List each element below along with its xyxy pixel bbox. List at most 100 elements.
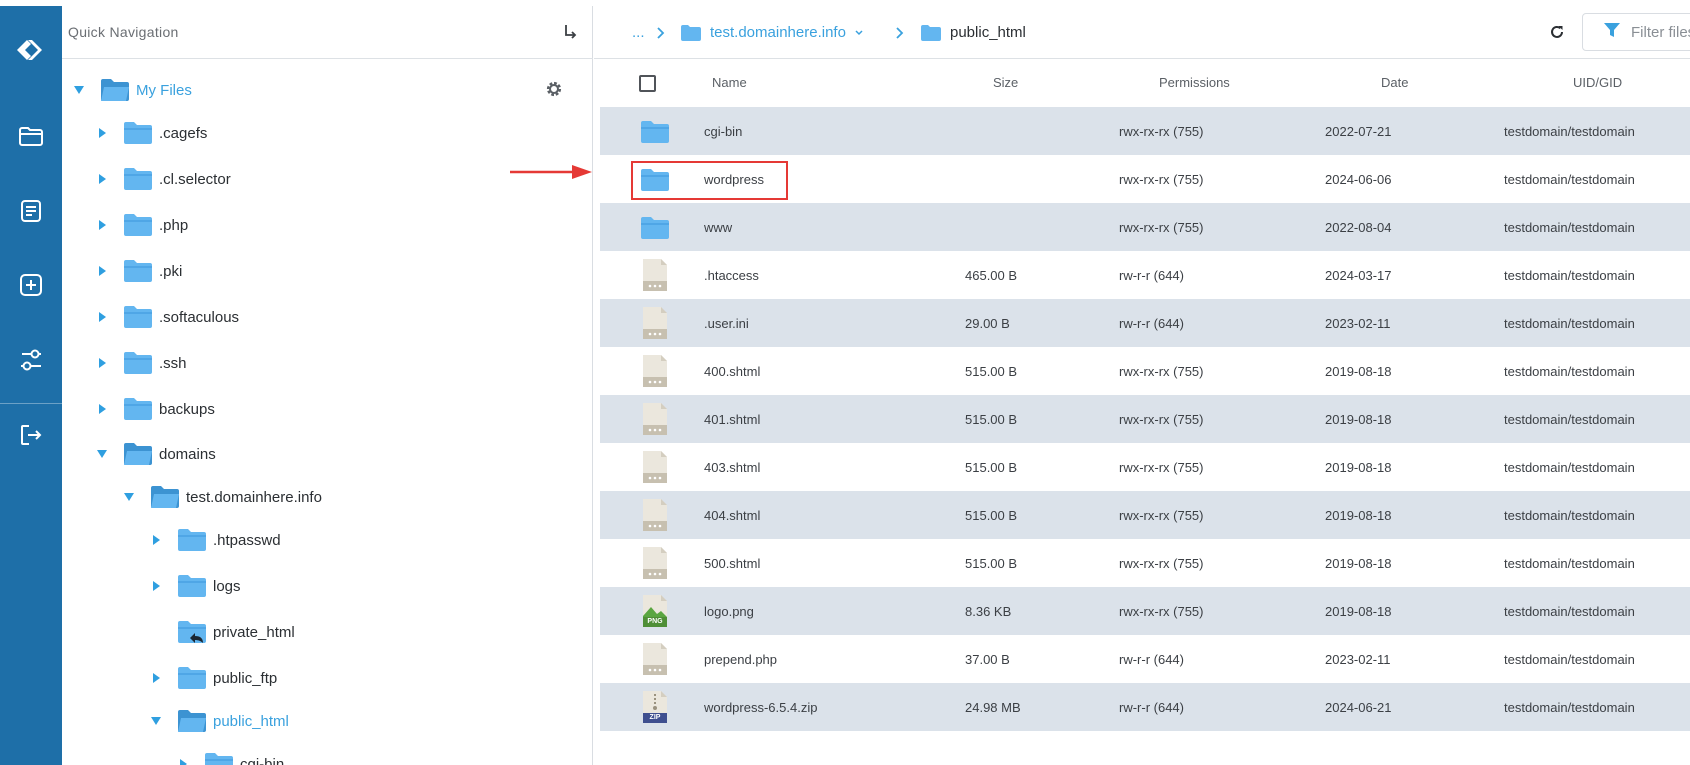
gear-icon[interactable] [545, 80, 563, 98]
tree-item[interactable]: .php [95, 205, 188, 245]
column-header-name[interactable]: Name [712, 75, 747, 90]
tree-item[interactable]: test.domainhere.info [122, 477, 322, 517]
tree-item[interactable]: .softaculous [95, 297, 239, 337]
tree-item-label: .pki [159, 262, 183, 280]
tree-item[interactable]: cgi-bin [176, 744, 284, 765]
documents-rail-button[interactable] [0, 187, 62, 239]
breadcrumb-domain[interactable]: test.domainhere.info [680, 6, 864, 59]
file-permissions: rw-r-r (644) [1119, 267, 1184, 283]
tree-item[interactable]: .cl.selector [95, 159, 231, 199]
file-size: 515.00 B [965, 363, 1018, 379]
tree-item-label: .cagefs [159, 124, 208, 142]
file-icon [640, 450, 670, 484]
table-row[interactable]: 403.shtml 515.00 B rwx-rx-rx (755) 2019-08-… [600, 443, 1690, 491]
file-name: 500.shtml [704, 555, 761, 571]
highlight-box-annotation [631, 161, 788, 200]
chevron-right-icon [656, 26, 666, 40]
chevron-right-icon[interactable] [95, 310, 109, 324]
table-row[interactable]: cgi-bin rwx-rx-rx (755) 2022-07-21 testdoma… [600, 107, 1690, 155]
table-row[interactable]: 400.shtml 515.00 B rwx-rx-rx (755) 2019-08-… [600, 347, 1690, 395]
app: Quick Navigation My Files .cagefs .cl.se… [0, 0, 1690, 765]
folder-icon [204, 751, 234, 765]
table-row[interactable]: PNG logo.png 8.36 KB rwx-rx-rx (755) 2019-08… [600, 587, 1690, 635]
breadcrumb-ellipsis[interactable]: ... [632, 6, 645, 59]
filter-files-input[interactable] [1631, 23, 1690, 41]
file-manager-rail-button[interactable] [0, 112, 62, 164]
folder-icon [123, 212, 153, 238]
table-row[interactable]: ZIP wordpress-6.5.4.zip 24.98 MB rw-r-r (64… [600, 683, 1690, 731]
table-row[interactable]: 404.shtml 515.00 B rwx-rx-rx (755) 2019-08-… [600, 491, 1690, 539]
chevron-right-icon[interactable] [95, 356, 109, 370]
chevron-right-icon[interactable] [95, 126, 109, 140]
tree-item-label: cgi-bin [240, 755, 285, 765]
tree-item[interactable]: domains [95, 434, 216, 474]
chevron-right-icon[interactable] [149, 579, 163, 593]
table-row[interactable]: .user.ini 29.00 B rw-r-r (644) 2023-02-11 te… [600, 299, 1690, 347]
chevron-right-icon[interactable] [149, 533, 163, 547]
table-row[interactable]: prepend.php 37.00 B rw-r-r (644) 2023-02-11… [600, 635, 1690, 683]
chevron-down-icon[interactable] [95, 447, 109, 461]
file-permissions: rw-r-r (644) [1119, 315, 1184, 331]
refresh-icon[interactable] [1549, 24, 1567, 42]
tree-item-label: My Files [136, 81, 192, 99]
tree-item[interactable]: logs [149, 566, 241, 606]
file-size: 515.00 B [965, 411, 1018, 427]
chevron-right-icon[interactable] [95, 402, 109, 416]
chevron-down-icon[interactable] [72, 83, 86, 97]
breadcrumb-current-label: public_html [950, 24, 1026, 41]
file-uid-gid: testdomain/testdomain [1504, 555, 1635, 571]
table-row[interactable]: www rwx-rx-rx (755) 2022-08-04 testdomain/t… [600, 203, 1690, 251]
file-type-badge: ZIP [649, 714, 661, 721]
tree-item[interactable]: .ssh [95, 343, 187, 383]
chevron-down-icon[interactable] [122, 490, 136, 504]
settings-rail-button[interactable] [0, 336, 62, 388]
tree-item[interactable]: public_html [149, 701, 289, 741]
chevron-right-icon[interactable] [176, 757, 190, 765]
tree-item[interactable]: public_ftp [149, 658, 277, 698]
zip-file-icon: ZIP [640, 690, 670, 724]
tree-item[interactable]: .cagefs [95, 113, 207, 153]
file-uid-gid: testdomain/testdomain [1504, 171, 1635, 187]
filter-files-box[interactable] [1582, 13, 1690, 51]
file-uid-gid: testdomain/testdomain [1504, 459, 1635, 475]
chevron-right-icon[interactable] [95, 264, 109, 278]
chevron-down-icon[interactable] [149, 714, 163, 728]
file-size: 465.00 B [965, 267, 1018, 283]
tree-item[interactable]: .pki [95, 251, 182, 291]
go-to-path-icon[interactable] [560, 22, 580, 42]
file-name: wordpress-6.5.4.zip [704, 699, 818, 715]
table-row[interactable]: 500.shtml 515.00 B rwx-rx-rx (755) 2019-08-… [600, 539, 1690, 587]
chevron-right-icon[interactable] [95, 218, 109, 232]
file-permissions: rwx-rx-rx (755) [1119, 219, 1204, 235]
tree-item[interactable]: .htpasswd [149, 520, 281, 560]
tree-item[interactable]: private_html [149, 612, 295, 652]
column-header-date[interactable]: Date [1381, 75, 1408, 90]
logo-icon[interactable] [0, 20, 62, 80]
file-size: 29.00 B [965, 315, 1010, 331]
file-uid-gid: testdomain/testdomain [1504, 315, 1635, 331]
file-uid-gid: testdomain/testdomain [1504, 219, 1635, 235]
tree-item[interactable]: backups [95, 389, 215, 429]
table-row[interactable]: .htaccess 465.00 B rw-r-r (644) 2024-03-17 t… [600, 251, 1690, 299]
create-rail-button[interactable] [0, 261, 62, 313]
file-permissions: rwx-rx-rx (755) [1119, 363, 1204, 379]
file-list-panel: ... test.domainhere.info public_html Fil… [594, 6, 1690, 765]
breadcrumb-domain-label: test.domainhere.info [710, 24, 846, 41]
chevron-right-icon [895, 26, 905, 40]
column-header-uid-gid[interactable]: UID/GID [1573, 75, 1622, 90]
column-header-size[interactable]: Size [993, 75, 1018, 90]
file-name: www [704, 219, 733, 235]
tree-item-label: backups [159, 400, 215, 418]
folder-open-icon [150, 484, 180, 510]
file-size: 8.36 KB [965, 603, 1012, 619]
table-row[interactable]: 401.shtml 515.00 B rwx-rx-rx (755) 2019-08-… [600, 395, 1690, 443]
tree-item-my-files[interactable]: My Files [72, 70, 192, 110]
logout-rail-button[interactable] [0, 411, 62, 463]
select-all-checkbox[interactable] [639, 75, 656, 92]
file-table-body: cgi-bin rwx-rx-rx (755) 2022-07-21 testdoma… [600, 107, 1690, 731]
column-header-permissions[interactable]: Permissions [1159, 75, 1230, 90]
tree-item-label: .php [159, 216, 189, 234]
chevron-right-icon[interactable] [149, 671, 163, 685]
empty-twisty [149, 625, 163, 639]
chevron-right-icon[interactable] [95, 172, 109, 186]
